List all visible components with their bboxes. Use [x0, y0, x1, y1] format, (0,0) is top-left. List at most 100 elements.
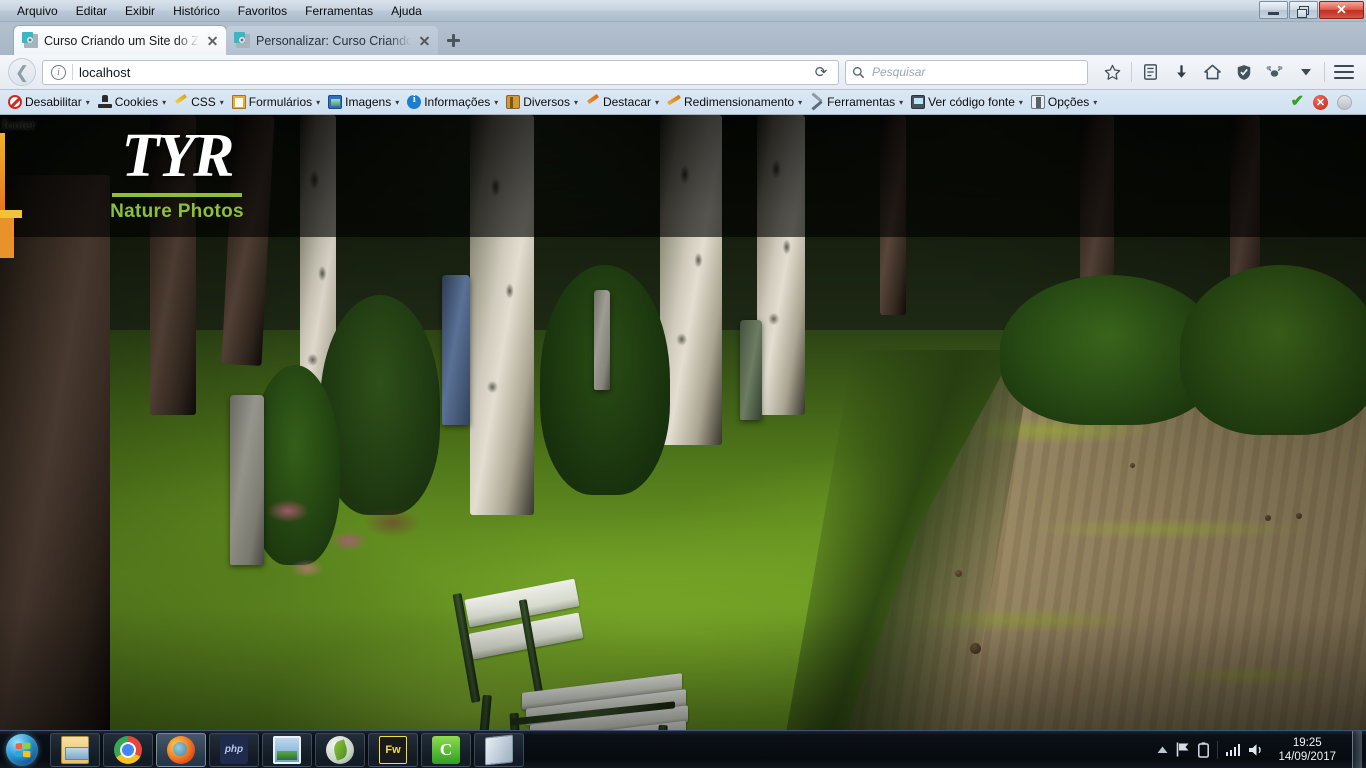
- tab-favicon-icon: [22, 31, 38, 48]
- element-outline-bar: [0, 218, 14, 258]
- downloads-icon[interactable]: [1167, 58, 1196, 86]
- devbar-label: Formulários: [248, 95, 313, 109]
- minimize-button[interactable]: [1259, 1, 1288, 19]
- chevron-down-icon: ▾: [1093, 97, 1098, 107]
- validation-error-icon[interactable]: ✕: [1313, 94, 1328, 110]
- show-desktop-button[interactable]: [1352, 730, 1362, 768]
- tab-title: Personalizar: Curso Criando: [256, 33, 411, 48]
- menu-item-favoritos[interactable]: Favoritos: [229, 2, 296, 20]
- reader-list-icon[interactable]: [1136, 58, 1165, 86]
- battery-icon[interactable]: [1197, 741, 1209, 758]
- fireworks-icon: Fw: [379, 735, 407, 764]
- menu-item-exibir[interactable]: Exibir: [116, 2, 164, 20]
- chevron-down-icon: ▾: [573, 97, 578, 107]
- overflow-chevron-icon[interactable]: [1291, 58, 1320, 86]
- home-icon[interactable]: [1198, 58, 1227, 86]
- new-tab-button[interactable]: [438, 26, 468, 55]
- search-bar[interactable]: Pesquisar: [845, 59, 1088, 85]
- devbar-label: Redimensionamento: [684, 95, 795, 109]
- taskbar-button-firefox[interactable]: [156, 732, 206, 767]
- divider: [1324, 62, 1325, 82]
- toolbar-icons: [1098, 58, 1358, 86]
- address-bar[interactable]: i localhost ⟳: [42, 59, 839, 85]
- menu-item-historico[interactable]: Histórico: [164, 2, 229, 20]
- devbar-item-opcoes[interactable]: Opções ▾: [1027, 91, 1101, 113]
- menu-item-editar[interactable]: Editar: [67, 2, 116, 20]
- menu-item-ferramentas[interactable]: Ferramentas: [296, 2, 382, 20]
- start-button[interactable]: [0, 732, 44, 768]
- tab-0[interactable]: Curso Criando um Site do Ze: [14, 26, 226, 55]
- images-icon: [328, 95, 343, 109]
- devbar-item-redimensionamento[interactable]: Redimensionamento ▾: [663, 91, 806, 113]
- restore-button[interactable]: [1289, 1, 1318, 19]
- devbar-item-ver-codigo-fonte[interactable]: Ver código fonte ▾: [907, 91, 1027, 113]
- identity-info-icon[interactable]: i: [51, 64, 66, 80]
- shield-icon[interactable]: [1229, 58, 1258, 86]
- bookmark-star-icon[interactable]: [1098, 58, 1127, 86]
- network-signal-icon[interactable]: [1225, 743, 1241, 756]
- tab-close-icon[interactable]: [205, 33, 220, 48]
- site-logo[interactable]: TYR Nature Photos: [62, 121, 292, 223]
- camtasia-icon: C: [432, 735, 460, 764]
- devbar-item-imagens[interactable]: Imagens ▾: [324, 91, 403, 113]
- options-icon: [1030, 95, 1045, 109]
- url-text: localhost: [79, 64, 131, 80]
- taskbar-clock[interactable]: 19:25 14/09/2017: [1272, 736, 1344, 764]
- grave-stone: [230, 395, 264, 565]
- flag-action-center-icon[interactable]: [1176, 742, 1190, 757]
- tab-close-icon[interactable]: [417, 33, 432, 48]
- logo-tagline: Nature Photos: [62, 201, 292, 223]
- chrome-icon: [114, 735, 142, 764]
- tab-strip: Curso Criando um Site do Ze Personalizar…: [0, 22, 1366, 55]
- tree-trunk-large-left: [0, 175, 110, 730]
- taskbar-button-image-viewer[interactable]: [262, 732, 312, 767]
- taskbar-button-php[interactable]: php: [209, 732, 259, 767]
- taskbar-button-chrome[interactable]: [103, 732, 153, 767]
- tab-1[interactable]: Personalizar: Curso Criando: [226, 26, 438, 55]
- devbar-item-formularios[interactable]: Formulários ▾: [228, 91, 324, 113]
- devbar-item-destacar[interactable]: Destacar ▾: [582, 91, 663, 113]
- chevron-down-icon: ▾: [162, 97, 167, 107]
- browser-window: Arquivo Editar Exibir Histórico Favorito…: [0, 0, 1366, 768]
- volume-icon[interactable]: [1248, 743, 1264, 757]
- chevron-down-icon: ▾: [219, 97, 224, 107]
- hedge: [1180, 265, 1366, 435]
- explorer-icon: [61, 735, 89, 764]
- devbar-item-ferramentas[interactable]: Ferramentas ▾: [806, 91, 907, 113]
- taskbar-button-camtasia[interactable]: C: [421, 732, 471, 767]
- taskbar-button-notes[interactable]: [474, 732, 524, 767]
- show-hidden-icons[interactable]: [1157, 746, 1168, 754]
- close-button[interactable]: ✕: [1319, 1, 1364, 19]
- system-tray: 19:25 14/09/2017: [1157, 730, 1366, 768]
- menu-item-ajuda[interactable]: Ajuda: [382, 2, 431, 20]
- resize-icon: [667, 95, 681, 109]
- search-icon: [852, 66, 865, 78]
- validation-status: ✔ ✕: [1291, 94, 1362, 110]
- devbar-item-diversos[interactable]: Diversos ▾: [502, 91, 582, 113]
- tab-favicon-icon: [234, 31, 250, 48]
- devbar-item-informacoes[interactable]: Informações ▾: [403, 91, 502, 113]
- reload-icon[interactable]: ⟳: [808, 60, 834, 85]
- flower-bed: [250, 475, 440, 595]
- addon-icon[interactable]: [1260, 58, 1289, 86]
- devbar-item-css[interactable]: CSS ▾: [170, 91, 228, 113]
- devbar-label: Ver código fonte: [928, 95, 1015, 109]
- chevron-down-icon: ▾: [655, 97, 660, 107]
- validation-neutral-icon[interactable]: [1337, 94, 1352, 110]
- menu-item-arquivo[interactable]: Arquivo: [8, 2, 67, 20]
- devbar-label: Destacar: [602, 95, 651, 109]
- taskbar-button-leaf-app[interactable]: [315, 732, 365, 767]
- menu-hamburger-icon[interactable]: [1329, 58, 1358, 86]
- element-outline-label: footer: [2, 118, 36, 133]
- chevron-down-icon: ▾: [316, 97, 321, 107]
- validation-ok-icon[interactable]: ✔: [1291, 94, 1304, 110]
- search-input[interactable]: Pesquisar: [872, 65, 925, 79]
- back-button[interactable]: ❮: [8, 58, 36, 86]
- taskbar-button-fireworks[interactable]: Fw: [368, 732, 418, 767]
- firefox-icon: [167, 735, 195, 764]
- devbar-item-cookies[interactable]: Cookies ▾: [94, 91, 170, 113]
- taskbar-button-explorer[interactable]: [50, 732, 100, 767]
- devbar-label: Cookies: [114, 95, 159, 109]
- devbar-item-desabilitar[interactable]: Desabilitar ▾: [4, 91, 94, 113]
- logo-wordmark: TYR: [121, 122, 234, 190]
